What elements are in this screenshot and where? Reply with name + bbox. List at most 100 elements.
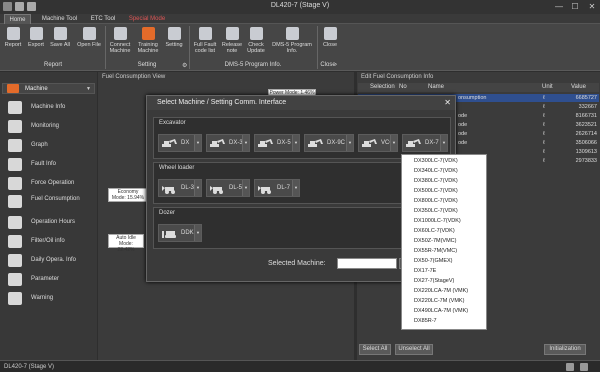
excavator-icon <box>210 139 225 147</box>
setting-button-label: Setting <box>165 42 183 48</box>
machine-button-dx-7[interactable]: DX-7 ▼ <box>402 134 448 152</box>
close-icon[interactable]: ✕ <box>444 98 451 107</box>
sidebar-item-label: Filter/Oil info <box>31 238 65 244</box>
selected-machine-field[interactable] <box>337 258 397 269</box>
check-update-button[interactable]: Check Update <box>245 27 267 54</box>
chevron-down-icon[interactable]: ▼ <box>440 135 447 151</box>
dropdown-item[interactable]: DX220LCA-7M (VMK) <box>414 288 468 294</box>
maximize-button[interactable]: ☐ <box>568 1 582 12</box>
dropdown-item[interactable]: DX27-7(StageV) <box>414 278 454 284</box>
dropdown-item[interactable]: DX50Z-7M(VMC) <box>414 238 456 244</box>
excavator-icon <box>7 84 19 93</box>
setting-button[interactable]: Setting <box>163 27 185 48</box>
monitoring-icon <box>8 120 22 133</box>
machine-button-dx[interactable]: DX ▼ <box>158 134 202 152</box>
title-bar: DL420-7 (Stage V) — ☐ ✕ <box>0 0 600 14</box>
chevron-down-icon[interactable]: ▼ <box>292 180 299 196</box>
dropdown-item[interactable]: DX1000LC-7(VDK) <box>414 218 461 224</box>
status-bar: DL420-7 (Stage V) <box>0 360 600 372</box>
sidebar-item-label: Fault Info <box>31 161 57 167</box>
dropdown-item[interactable]: DX490LCA-7M (VMK) <box>414 308 468 314</box>
group-expand-icon[interactable]: ⚙ <box>182 62 187 69</box>
connect-machine-button[interactable]: Connect Machine <box>107 27 133 54</box>
machine-button-vcc[interactable]: VCC ▼ <box>358 134 398 152</box>
status-indicator-icon <box>566 363 574 371</box>
report-group-label: Report <box>43 62 62 68</box>
sidebar-item-machine-info[interactable]: Machine Info <box>8 99 97 117</box>
sidebar-item-label: Graph <box>31 142 48 148</box>
report-button[interactable]: Report <box>2 27 24 48</box>
excavator-icon <box>362 139 377 147</box>
close-window-button[interactable]: ✕ <box>585 1 599 12</box>
machine-button-dx-3[interactable]: DX-3 ▼ <box>206 134 250 152</box>
ribbon-tabs: Home Machine Tool ETC Tool Special Mode <box>0 14 600 24</box>
machine-button-ddk[interactable]: DDK ▼ <box>158 224 202 242</box>
sidebar-item-operation-hours[interactable]: Operation Hours <box>8 214 97 232</box>
row-value: 8166731 <box>575 113 597 119</box>
dropdown-item[interactable]: DX800LC-7(VDK) <box>414 198 458 204</box>
ribbon: Report Export Save All Open File Report … <box>0 24 600 71</box>
dropdown-item[interactable]: DX340LC-7(VDK) <box>414 168 458 174</box>
chevron-down-icon[interactable]: ▼ <box>346 135 353 151</box>
machine-button-dl-3[interactable]: DL-3 ▼ <box>158 179 202 197</box>
release-note-button[interactable]: Release note <box>221 27 243 54</box>
machine-button-dl-5[interactable]: DL-5 ▼ <box>206 179 250 197</box>
sidebar-item-filter-oil-info[interactable]: Filter/Oil info <box>8 233 97 251</box>
dropdown-item[interactable]: DX500LC-7(VDK) <box>414 188 458 194</box>
group-expand-icon[interactable]: › <box>335 62 337 68</box>
sidebar-item-graph[interactable]: Graph <box>8 137 97 155</box>
sidebar-item-warning[interactable]: Warning <box>8 290 97 308</box>
machine-label: DDK <box>181 230 194 236</box>
release-note-label-2: note <box>226 48 238 54</box>
dms-program-info-button[interactable]: DMS-5 Program Info. <box>269 27 315 54</box>
open-file-button[interactable]: Open File <box>75 27 103 48</box>
tab-etc-tool[interactable]: ETC Tool <box>86 14 120 24</box>
row-unit: ℓ <box>543 113 545 119</box>
status-indicator-icon <box>580 363 588 371</box>
wheel-loader-icon <box>210 186 223 194</box>
sidebar-item-force-operation[interactable]: Force Operation <box>8 175 97 193</box>
row-name: ode <box>458 113 468 119</box>
select-all-button[interactable]: Select All <box>359 344 391 355</box>
minimize-button[interactable]: — <box>552 1 566 12</box>
unselect-all-button[interactable]: Unselect All <box>395 344 433 355</box>
dropdown-item[interactable]: DX55R-7M(VMC) <box>414 248 457 254</box>
chevron-down-icon[interactable]: ▼ <box>242 180 249 196</box>
dropdown-item[interactable]: DX350LC-7(VDK) <box>414 208 458 214</box>
machine-button-dx-5[interactable]: DX-5 ▼ <box>254 134 300 152</box>
chevron-down-icon[interactable]: ▼ <box>194 135 201 151</box>
auto-idle-line2: 22.42% <box>117 247 135 253</box>
dropdown-item[interactable]: DX300LC-7(VDK) <box>414 158 458 164</box>
dropdown-item[interactable]: DX85R-7 <box>414 318 437 324</box>
dropdown-item[interactable]: DX380LC-7(VDK) <box>414 178 458 184</box>
chevron-down-icon[interactable]: ▼ <box>194 180 201 196</box>
tab-home[interactable]: Home <box>4 14 31 24</box>
export-button[interactable]: Export <box>25 27 47 48</box>
save-all-button[interactable]: Save All <box>48 27 72 48</box>
chevron-down-icon: ▼ <box>86 86 91 92</box>
sidebar-item-daily-opera-info[interactable]: Daily Opera. Info <box>8 252 97 270</box>
machine-button-dx-9c[interactable]: DX-9C ▼ <box>304 134 354 152</box>
sidebar-item-fault-info[interactable]: Fault Info <box>8 156 97 174</box>
chevron-down-icon[interactable]: ▼ <box>390 135 397 151</box>
panel-title: Fuel Consumption View <box>102 74 166 80</box>
close-button[interactable]: Close <box>319 27 341 48</box>
dropdown-item[interactable]: DX50-7(GMEX) <box>414 258 453 264</box>
tab-special-mode[interactable]: Special Mode <box>124 14 170 24</box>
sidebar-item-parameter[interactable]: Parameter <box>8 271 97 289</box>
dropdown-item[interactable]: DX60LC-7(VDK) <box>414 228 455 234</box>
chevron-down-icon[interactable]: ▼ <box>242 135 249 151</box>
machine-label: DX-3 <box>229 140 243 146</box>
sidebar-item-fuel-consumption[interactable]: Fuel Consumption <box>8 193 97 215</box>
training-machine-button[interactable]: Training Machine <box>135 27 161 54</box>
chevron-down-icon[interactable]: ▼ <box>292 135 299 151</box>
sidebar-item-monitoring[interactable]: Monitoring <box>8 118 97 136</box>
chevron-down-icon[interactable]: ▼ <box>194 225 201 241</box>
full-fault-code-list-button[interactable]: Full Fault code list <box>191 27 219 54</box>
dropdown-item[interactable]: DX17-7E <box>414 268 436 274</box>
dropdown-item[interactable]: DX220LC-7M (VMK) <box>414 298 464 304</box>
machine-button-dl-7[interactable]: DL-7 ▼ <box>254 179 300 197</box>
tab-machine-tool[interactable]: Machine Tool <box>37 14 82 24</box>
machine-category-dropdown[interactable]: Machine ▼ <box>2 83 95 94</box>
initialization-button[interactable]: Initialization <box>544 344 586 355</box>
